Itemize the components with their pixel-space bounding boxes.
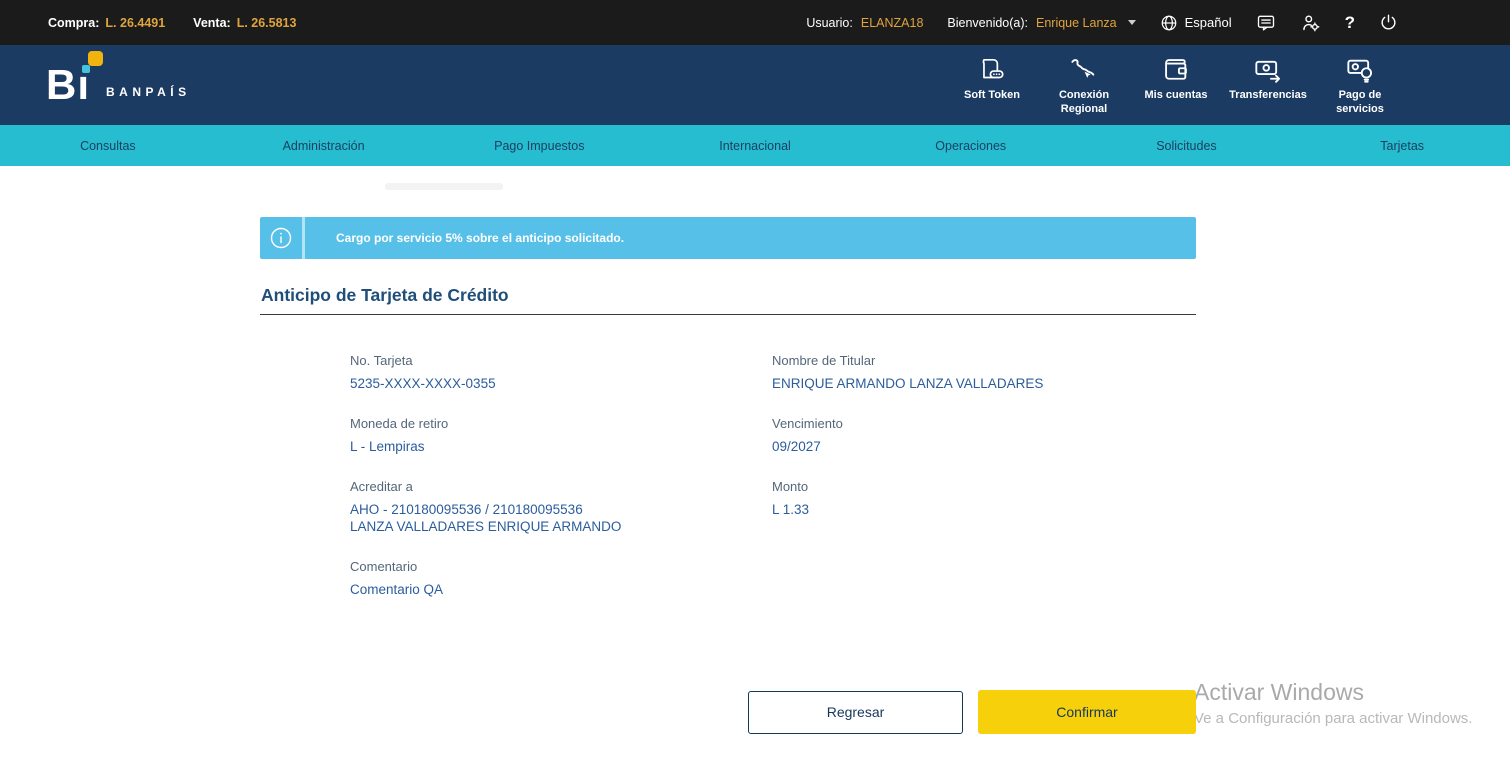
field-value: Comentario QA <box>350 582 444 597</box>
welcome-menu[interactable]: Bienvenido(a): Enrique Lanza <box>947 15 1136 30</box>
field-label: Nombre de Titular <box>772 353 876 368</box>
header-quick-menu: Soft Token Conexión Regional Mis cuentas <box>952 53 1400 117</box>
title-divider <box>260 314 1196 315</box>
info-banner: Cargo por servicio 5% sobre el anticipo … <box>260 217 1196 259</box>
field-amount: Monto L 1.33 <box>772 479 1196 535</box>
menu-item-label: Conexión Regional <box>1058 89 1110 115</box>
wallet-icon <box>1162 53 1190 87</box>
main-nav: Consultas Administración Pago Impuestos … <box>0 125 1510 166</box>
user-settings-icon <box>1300 12 1321 33</box>
menu-item-soft-token[interactable]: Soft Token <box>952 53 1032 117</box>
exchange-rates: Compra: L. 26.4491 Venta: L. 26.5813 <box>48 16 296 30</box>
field-holder-name: Nombre de Titular ENRIQUE ARMANDO LANZA … <box>772 353 1196 392</box>
info-banner-icon-cell <box>260 217 305 259</box>
buy-rate-value: L. 26.4491 <box>105 15 166 30</box>
field-value: L 1.33 <box>772 502 810 517</box>
windows-activation-watermark: Activar Windows Ve a Configuración para … <box>1194 679 1472 727</box>
topbar-user-area: Usuario: ELANZA18 Bienvenido(a): Enrique… <box>806 12 1398 33</box>
globe-icon <box>1160 14 1178 32</box>
regresar-button[interactable]: Regresar <box>748 690 963 734</box>
main-header: Bı BANPAÍS Soft Token Conexión Regional … <box>0 45 1510 125</box>
menu-item-label: Mis cuentas <box>1144 89 1208 102</box>
field-label: Monto <box>772 479 809 494</box>
menu-item-label: Soft Token <box>963 89 1020 102</box>
username-label: Usuario: <box>806 15 853 30</box>
nav-item-pago-impuestos[interactable]: Pago Impuestos <box>431 139 647 153</box>
info-icon <box>269 226 293 250</box>
watermark-title: Activar Windows <box>1194 679 1364 705</box>
page-title: Anticipo de Tarjeta de Crédito <box>261 285 509 305</box>
nav-item-internacional[interactable]: Internacional <box>647 139 863 153</box>
top-status-bar: Compra: L. 26.4491 Venta: L. 26.5813 Usu… <box>0 0 1510 45</box>
menu-item-mis-cuentas[interactable]: Mis cuentas <box>1136 53 1216 117</box>
field-label: Acreditar a <box>350 479 413 494</box>
buy-rate-label: Compra: <box>48 15 100 30</box>
menu-item-pago-servicios[interactable]: Pago de servicios <box>1320 53 1400 117</box>
logo-brand-text: BANPAÍS <box>106 85 191 99</box>
username-display: Usuario: ELANZA18 <box>806 16 923 30</box>
field-label: Moneda de retiro <box>350 416 449 431</box>
nav-item-administracion[interactable]: Administración <box>216 139 432 153</box>
sell-rate: Venta: L. 26.5813 <box>193 16 296 30</box>
field-comment: Comentario Comentario QA <box>350 559 772 598</box>
money-transfer-icon <box>1253 53 1283 87</box>
nav-item-consultas[interactable]: Consultas <box>0 139 216 153</box>
logout-button[interactable] <box>1379 13 1398 32</box>
field-value: L - Lempiras <box>350 439 425 454</box>
sell-rate-value: L. 26.5813 <box>236 15 297 30</box>
field-value-line2: LANZA VALLADARES ENRIQUE ARMANDO <box>350 519 622 534</box>
field-value: 09/2027 <box>772 439 821 454</box>
power-icon <box>1379 13 1398 32</box>
language-selector[interactable]: Español <box>1160 14 1232 32</box>
sell-rate-label: Venta: <box>193 15 231 30</box>
messages-button[interactable] <box>1256 13 1276 33</box>
field-label: Comentario <box>350 559 418 574</box>
confirmar-button[interactable]: Confirmar <box>978 690 1196 734</box>
soft-token-icon <box>977 53 1007 87</box>
user-settings-button[interactable] <box>1300 12 1321 33</box>
chat-icon <box>1256 13 1276 33</box>
menu-item-label: Pago de servicios <box>1336 89 1384 115</box>
field-label: No. Tarjeta <box>350 353 413 368</box>
logo-mark: Bı <box>46 51 104 108</box>
field-credit-account: Acreditar a AHO - 210180095536 / 2101800… <box>350 479 772 535</box>
bill-pay-icon <box>1345 53 1375 87</box>
nav-item-tarjetas[interactable]: Tarjetas <box>1294 139 1510 153</box>
nav-item-operaciones[interactable]: Operaciones <box>863 139 1079 153</box>
action-buttons: Regresar Confirmar <box>748 690 1196 734</box>
advance-details: No. Tarjeta 5235-XXXX-XXXX-0355 Nombre d… <box>350 353 1196 622</box>
help-icon: ? <box>1344 12 1355 32</box>
username-value: ELANZA18 <box>860 15 924 30</box>
field-expiration: Vencimiento 09/2027 <box>772 416 1196 455</box>
menu-item-conexion-regional[interactable]: Conexión Regional <box>1044 53 1124 117</box>
field-label: Vencimiento <box>772 416 843 431</box>
language-label: Español <box>1184 15 1232 30</box>
nav-item-solicitudes[interactable]: Solicitudes <box>1079 139 1295 153</box>
field-card-number: No. Tarjeta 5235-XXXX-XXXX-0355 <box>350 353 772 392</box>
regional-connection-icon <box>1069 53 1099 87</box>
faint-placeholder-bar <box>385 183 503 190</box>
watermark-subtitle: Ve a Configuración para activar Windows. <box>1194 710 1473 727</box>
banpais-logo[interactable]: Bı BANPAÍS <box>46 51 191 108</box>
help-button[interactable]: ? <box>1345 13 1355 33</box>
chevron-down-icon <box>1127 20 1136 25</box>
field-withdraw-currency: Moneda de retiro L - Lempiras <box>350 416 772 455</box>
menu-item-label: Transferencias <box>1229 89 1307 102</box>
field-value: 5235-XXXX-XXXX-0355 <box>350 376 496 391</box>
logo-cyan-dot <box>82 65 91 73</box>
field-value: AHO - 210180095536 / 210180095536 <box>350 502 583 517</box>
buy-rate: Compra: L. 26.4491 <box>48 16 165 30</box>
field-value: ENRIQUE ARMANDO LANZA VALLADARES <box>772 376 1044 391</box>
logo-yellow-square <box>88 51 104 66</box>
logo-letter-b: B <box>46 61 78 108</box>
info-banner-message: Cargo por servicio 5% sobre el anticipo … <box>336 231 625 245</box>
menu-item-transferencias[interactable]: Transferencias <box>1228 53 1308 117</box>
welcome-name: Enrique Lanza <box>1036 15 1117 30</box>
welcome-label: Bienvenido(a): <box>947 15 1028 30</box>
